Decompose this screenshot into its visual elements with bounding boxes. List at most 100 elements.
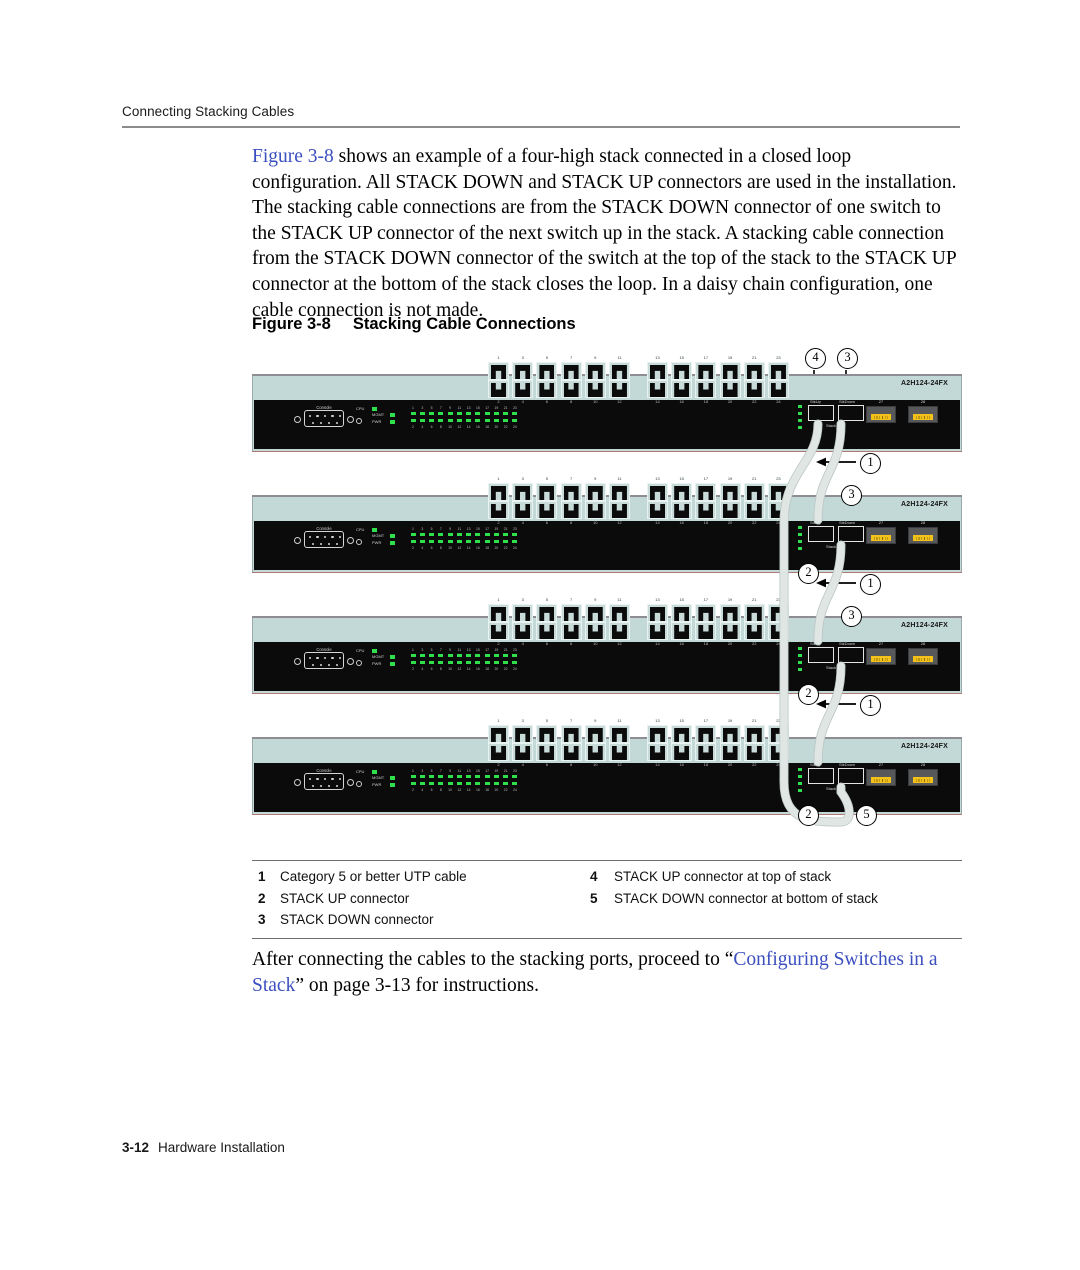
rj45-port-column[interactable]: 15 16 bbox=[671, 354, 693, 406]
rj45-jack-top[interactable] bbox=[560, 362, 582, 380]
rj45-jack-top[interactable] bbox=[560, 725, 582, 743]
rj45-jack-bottom[interactable] bbox=[671, 501, 693, 519]
rj45-port-column[interactable]: 15 16 bbox=[671, 717, 693, 769]
rj45-jack-bottom[interactable] bbox=[695, 743, 717, 761]
rj45-port-column[interactable]: 9 10 bbox=[584, 717, 606, 769]
rj45-jack-bottom[interactable] bbox=[512, 501, 534, 519]
rj45-jack-bottom[interactable] bbox=[488, 501, 509, 519]
rj45-jack-bottom[interactable] bbox=[695, 622, 717, 640]
rj45-port-column[interactable]: 9 10 bbox=[584, 596, 606, 648]
rj45-jack-top[interactable] bbox=[584, 604, 606, 622]
rj45-jack-bottom[interactable] bbox=[584, 743, 606, 761]
rj45-jack-bottom[interactable] bbox=[488, 380, 509, 398]
rj45-port-column[interactable]: 21 22 bbox=[743, 596, 765, 648]
rj45-jack-top[interactable] bbox=[671, 604, 693, 622]
rj45-port-column[interactable]: 34 bbox=[512, 354, 534, 406]
rj45-jack-top[interactable] bbox=[671, 362, 693, 380]
rj45-port-column[interactable]: 15 16 bbox=[671, 596, 693, 648]
rj45-jack-top[interactable] bbox=[512, 362, 534, 380]
rj45-port-column[interactable]: 12 bbox=[488, 717, 509, 769]
rj45-jack-top[interactable] bbox=[695, 725, 717, 743]
rj45-port-column[interactable]: 17 18 bbox=[695, 354, 717, 406]
rj45-jack-bottom[interactable] bbox=[695, 501, 717, 519]
rj45-jack-bottom[interactable] bbox=[560, 380, 582, 398]
rj45-jack-bottom[interactable] bbox=[608, 622, 630, 640]
stack-down-connector[interactable] bbox=[838, 768, 864, 784]
rj45-port-column[interactable]: 11 12 bbox=[608, 596, 630, 648]
rj45-jack-bottom[interactable] bbox=[743, 622, 765, 640]
rj45-jack-top[interactable] bbox=[647, 604, 668, 622]
rj45-jack-top[interactable] bbox=[719, 483, 741, 501]
rj45-jack-bottom[interactable] bbox=[584, 380, 606, 398]
fiber-port-27[interactable] bbox=[866, 648, 896, 665]
rj45-port-column[interactable]: 12 bbox=[488, 354, 509, 406]
rj45-port-column[interactable]: 21 22 bbox=[743, 475, 765, 527]
rj45-jack-bottom[interactable] bbox=[767, 743, 789, 761]
rj45-jack-top[interactable] bbox=[512, 604, 534, 622]
stack-up-connector[interactable] bbox=[808, 647, 834, 663]
rj45-jack-top[interactable] bbox=[695, 483, 717, 501]
rj45-jack-top[interactable] bbox=[584, 725, 606, 743]
stack-down-connector[interactable] bbox=[838, 526, 864, 542]
rj45-jack-top[interactable] bbox=[584, 483, 606, 501]
rj45-port-column[interactable]: 23 24 bbox=[767, 354, 789, 406]
stack-down-connector[interactable] bbox=[838, 405, 864, 421]
rj45-jack-top[interactable] bbox=[647, 362, 668, 380]
rj45-jack-bottom[interactable] bbox=[743, 743, 765, 761]
stack-up-connector[interactable] bbox=[808, 405, 834, 421]
stack-up-connector[interactable] bbox=[808, 526, 834, 542]
rj45-port-column[interactable]: 21 22 bbox=[743, 717, 765, 769]
rj45-port-column[interactable]: 13 14 bbox=[647, 475, 668, 527]
rj45-port-column[interactable]: 11 12 bbox=[608, 354, 630, 406]
rj45-jack-top[interactable] bbox=[488, 604, 509, 622]
rj45-jack-top[interactable] bbox=[743, 362, 765, 380]
rj45-port-column[interactable]: 78 bbox=[560, 717, 582, 769]
rj45-port-column[interactable]: 56 bbox=[536, 354, 558, 406]
fiber-port-28[interactable] bbox=[908, 648, 938, 665]
rj45-jack-bottom[interactable] bbox=[608, 501, 630, 519]
rj45-jack-bottom[interactable] bbox=[767, 622, 789, 640]
rj45-jack-bottom[interactable] bbox=[647, 743, 668, 761]
rj45-jack-top[interactable] bbox=[608, 483, 630, 501]
rj45-jack-top[interactable] bbox=[584, 362, 606, 380]
rj45-jack-bottom[interactable] bbox=[536, 743, 558, 761]
rj45-port-column[interactable]: 15 16 bbox=[671, 475, 693, 527]
rj45-jack-bottom[interactable] bbox=[719, 380, 741, 398]
rj45-port-column[interactable]: 78 bbox=[560, 596, 582, 648]
rj45-jack-bottom[interactable] bbox=[695, 380, 717, 398]
rj45-jack-top[interactable] bbox=[695, 604, 717, 622]
rj45-jack-bottom[interactable] bbox=[767, 380, 789, 398]
rj45-jack-top[interactable] bbox=[560, 604, 582, 622]
rj45-jack-top[interactable] bbox=[512, 483, 534, 501]
fiber-port-28[interactable] bbox=[908, 406, 938, 423]
rj45-port-column[interactable]: 56 bbox=[536, 717, 558, 769]
rj45-jack-bottom[interactable] bbox=[488, 622, 509, 640]
rj45-jack-bottom[interactable] bbox=[647, 380, 668, 398]
rj45-port-column[interactable]: 11 12 bbox=[608, 717, 630, 769]
fiber-port-27[interactable] bbox=[866, 527, 896, 544]
rj45-jack-bottom[interactable] bbox=[536, 380, 558, 398]
fiber-port-27[interactable] bbox=[866, 769, 896, 786]
rj45-jack-bottom[interactable] bbox=[512, 380, 534, 398]
rj45-jack-top[interactable] bbox=[488, 725, 509, 743]
rj45-jack-bottom[interactable] bbox=[719, 501, 741, 519]
rj45-jack-bottom[interactable] bbox=[584, 501, 606, 519]
stack-down-connector[interactable] bbox=[838, 647, 864, 663]
rj45-jack-top[interactable] bbox=[536, 362, 558, 380]
rj45-jack-top[interactable] bbox=[743, 483, 765, 501]
rj45-jack-top[interactable] bbox=[671, 483, 693, 501]
rj45-jack-bottom[interactable] bbox=[671, 380, 693, 398]
rj45-port-column[interactable]: 23 24 bbox=[767, 475, 789, 527]
rj45-port-column[interactable]: 12 bbox=[488, 475, 509, 527]
rj45-jack-bottom[interactable] bbox=[608, 380, 630, 398]
rj45-jack-bottom[interactable] bbox=[743, 380, 765, 398]
stack-up-connector[interactable] bbox=[808, 768, 834, 784]
rj45-jack-bottom[interactable] bbox=[719, 743, 741, 761]
rj45-port-column[interactable]: 13 14 bbox=[647, 717, 668, 769]
rj45-port-column[interactable]: 78 bbox=[560, 354, 582, 406]
rj45-port-column[interactable]: 13 14 bbox=[647, 596, 668, 648]
rj45-port-column[interactable]: 78 bbox=[560, 475, 582, 527]
rj45-jack-top[interactable] bbox=[608, 362, 630, 380]
rj45-jack-top[interactable] bbox=[512, 725, 534, 743]
rj45-jack-top[interactable] bbox=[647, 483, 668, 501]
